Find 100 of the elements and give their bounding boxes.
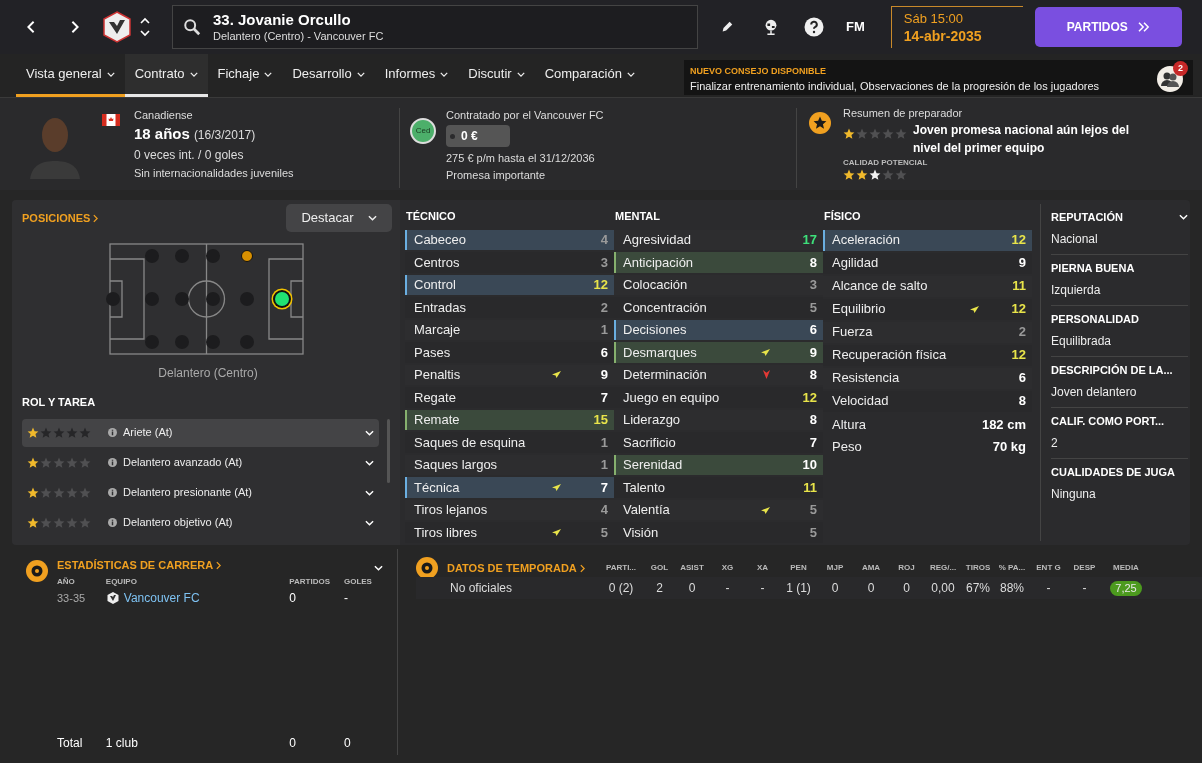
table-cell-text: 0 (2) <box>607 580 635 597</box>
column-header: DESP <box>1072 562 1097 574</box>
attribute-value: 4 <box>599 501 608 520</box>
attribute-name: Recuperación física <box>832 346 948 365</box>
info-icon[interactable] <box>108 518 117 527</box>
help-icon[interactable] <box>804 17 824 37</box>
attribute-value: 8 <box>808 253 817 272</box>
table-cell-text: - <box>1045 580 1052 597</box>
tab[interactable]: Comparación <box>534 54 645 97</box>
attribute-name: Aceleración <box>832 231 901 250</box>
section-link[interactable]: ESTADÍSTICAS DE CARRERA <box>57 557 222 574</box>
caret-icon[interactable] <box>365 429 374 436</box>
section-link[interactable]: POSICIONES <box>22 209 99 227</box>
table-cell-text: Total <box>57 735 84 752</box>
up-down-icon[interactable] <box>140 16 150 38</box>
role-row[interactable]: Delantero objetivo (At) <box>22 508 379 537</box>
attribute-value: 1 <box>599 456 608 475</box>
tab[interactable]: Informes <box>374 54 459 97</box>
column-header: MJP <box>825 562 845 574</box>
empty-star-icon <box>40 426 52 439</box>
attribute-name: Fuerza <box>832 323 874 342</box>
caret-icon[interactable] <box>365 459 374 466</box>
club-crest-icon[interactable] <box>100 10 134 44</box>
role-name: Delantero avanzado (At) <box>123 455 244 471</box>
info-icon[interactable] <box>108 458 117 467</box>
continue-button[interactable]: PARTIDOS <box>1034 7 1182 47</box>
attribute-row[interactable]: Decisiones 6 <box>614 319 823 341</box>
table-cell-text: 0 <box>902 580 911 597</box>
column-header: PARTIDOS <box>289 576 332 588</box>
attribute-value: 11 <box>1011 277 1026 296</box>
staff-icon[interactable] <box>1157 66 1183 92</box>
attribute-row[interactable]: Remate 15 <box>405 409 614 431</box>
search-icon[interactable] <box>183 18 201 36</box>
section-title: ROL Y TAREA <box>22 395 97 410</box>
empty-star-icon <box>79 486 91 499</box>
attribute-name: Decisiones <box>623 321 688 340</box>
fm-button[interactable]: FM <box>846 17 865 37</box>
info-icon[interactable] <box>108 428 117 437</box>
attribute-row[interactable]: Técnica 7 <box>405 477 614 498</box>
tab[interactable]: Discutir <box>458 54 535 97</box>
coach-report-icon <box>809 112 831 134</box>
attribute-row[interactable]: Desmarques 9 <box>614 342 823 363</box>
current-date: 14-abr-2035 <box>903 26 983 46</box>
info-value: 2 <box>1051 434 1059 452</box>
attribute-row[interactable]: Aceleración 12 <box>823 229 1032 251</box>
tab[interactable]: Contrato <box>124 54 208 97</box>
attribute-name: Altura <box>832 415 867 434</box>
attribute-name: Desmarques <box>623 343 698 362</box>
caret-icon <box>626 71 635 77</box>
attribute-row[interactable]: Cabeceo 4 <box>405 229 614 251</box>
attribute-name: Juego en equipo <box>623 388 721 407</box>
info-value: Joven delantero <box>1051 383 1138 401</box>
attribute-name: Agresividad <box>623 231 692 249</box>
attribute-name: Liderazgo <box>623 411 682 430</box>
notification-title: NUEVO CONSEJO DISPONIBLE <box>690 64 828 78</box>
attribute-name: Concentración <box>623 298 708 317</box>
attribute-value: 6 <box>599 343 608 362</box>
attribute-value: 12 <box>1010 231 1026 250</box>
column-header: EQUIPO <box>105 576 138 588</box>
attribute-value: 11 <box>802 478 817 497</box>
table-cell-text: 0 <box>289 735 297 752</box>
role-row[interactable]: Ariete (At) <box>22 418 379 447</box>
attribute-value: 70 kg <box>992 437 1026 456</box>
highlight-dropdown[interactable]: Destacar <box>286 204 392 232</box>
empty-star-icon <box>53 426 65 439</box>
caret-icon[interactable] <box>1179 214 1188 221</box>
back-icon[interactable] <box>26 20 36 34</box>
column-header: ASIST <box>679 562 705 574</box>
role-row[interactable]: Delantero avanzado (At) <box>22 448 379 477</box>
attribute-name: Regate <box>414 388 457 407</box>
team-link[interactable]: Vancouver FC <box>123 589 200 607</box>
forward-icon[interactable] <box>70 20 80 34</box>
info-label: PERSONALIDAD <box>1051 312 1139 327</box>
info-value: Nacional <box>1051 230 1099 248</box>
caret-icon <box>106 71 115 77</box>
attribute-value: 5 <box>808 523 817 542</box>
attribute-value: 12 <box>592 276 608 295</box>
notification-banner[interactable]: NUEVO CONSEJO DISPONIBLE Finalizar entrenamiento individual, Observaciones de la progresión de los jugadores 2 <box>684 60 1193 95</box>
attribute-row[interactable]: Serenidad 10 <box>614 454 823 476</box>
edit-icon[interactable] <box>720 20 734 34</box>
player-search-field[interactable]: 33. Jovanie Orcullo Delantero (Centro) - Vancouver FC <box>172 5 698 49</box>
table-cell-text: 0,00 <box>930 580 956 597</box>
scrollbar[interactable] <box>387 418 390 483</box>
attribute-name: Agilidad <box>832 254 880 273</box>
role-row[interactable]: Delantero presionante (At) <box>22 478 379 507</box>
attribute-value: 5 <box>808 501 817 520</box>
section-link[interactable]: DATOS DE TEMPORADA <box>447 559 597 577</box>
caret-icon[interactable] <box>365 489 374 496</box>
tab[interactable]: Desarrollo <box>282 54 375 97</box>
info-label: CUALIDADES DE JUGA <box>1051 465 1176 480</box>
tab[interactable]: Fichaje <box>207 54 283 97</box>
caret-icon[interactable] <box>365 519 374 526</box>
caret-icon <box>264 71 273 77</box>
caret-icon[interactable] <box>374 565 383 571</box>
section-title: MENTAL <box>615 209 661 224</box>
caret-icon <box>367 215 377 221</box>
info-icon[interactable] <box>108 488 117 497</box>
contract-club: Contratado por el Vancouver FC <box>446 108 604 123</box>
attribute-row[interactable]: Anticipación 8 <box>614 252 823 273</box>
attribute-row[interactable]: Control 12 <box>405 274 614 296</box>
